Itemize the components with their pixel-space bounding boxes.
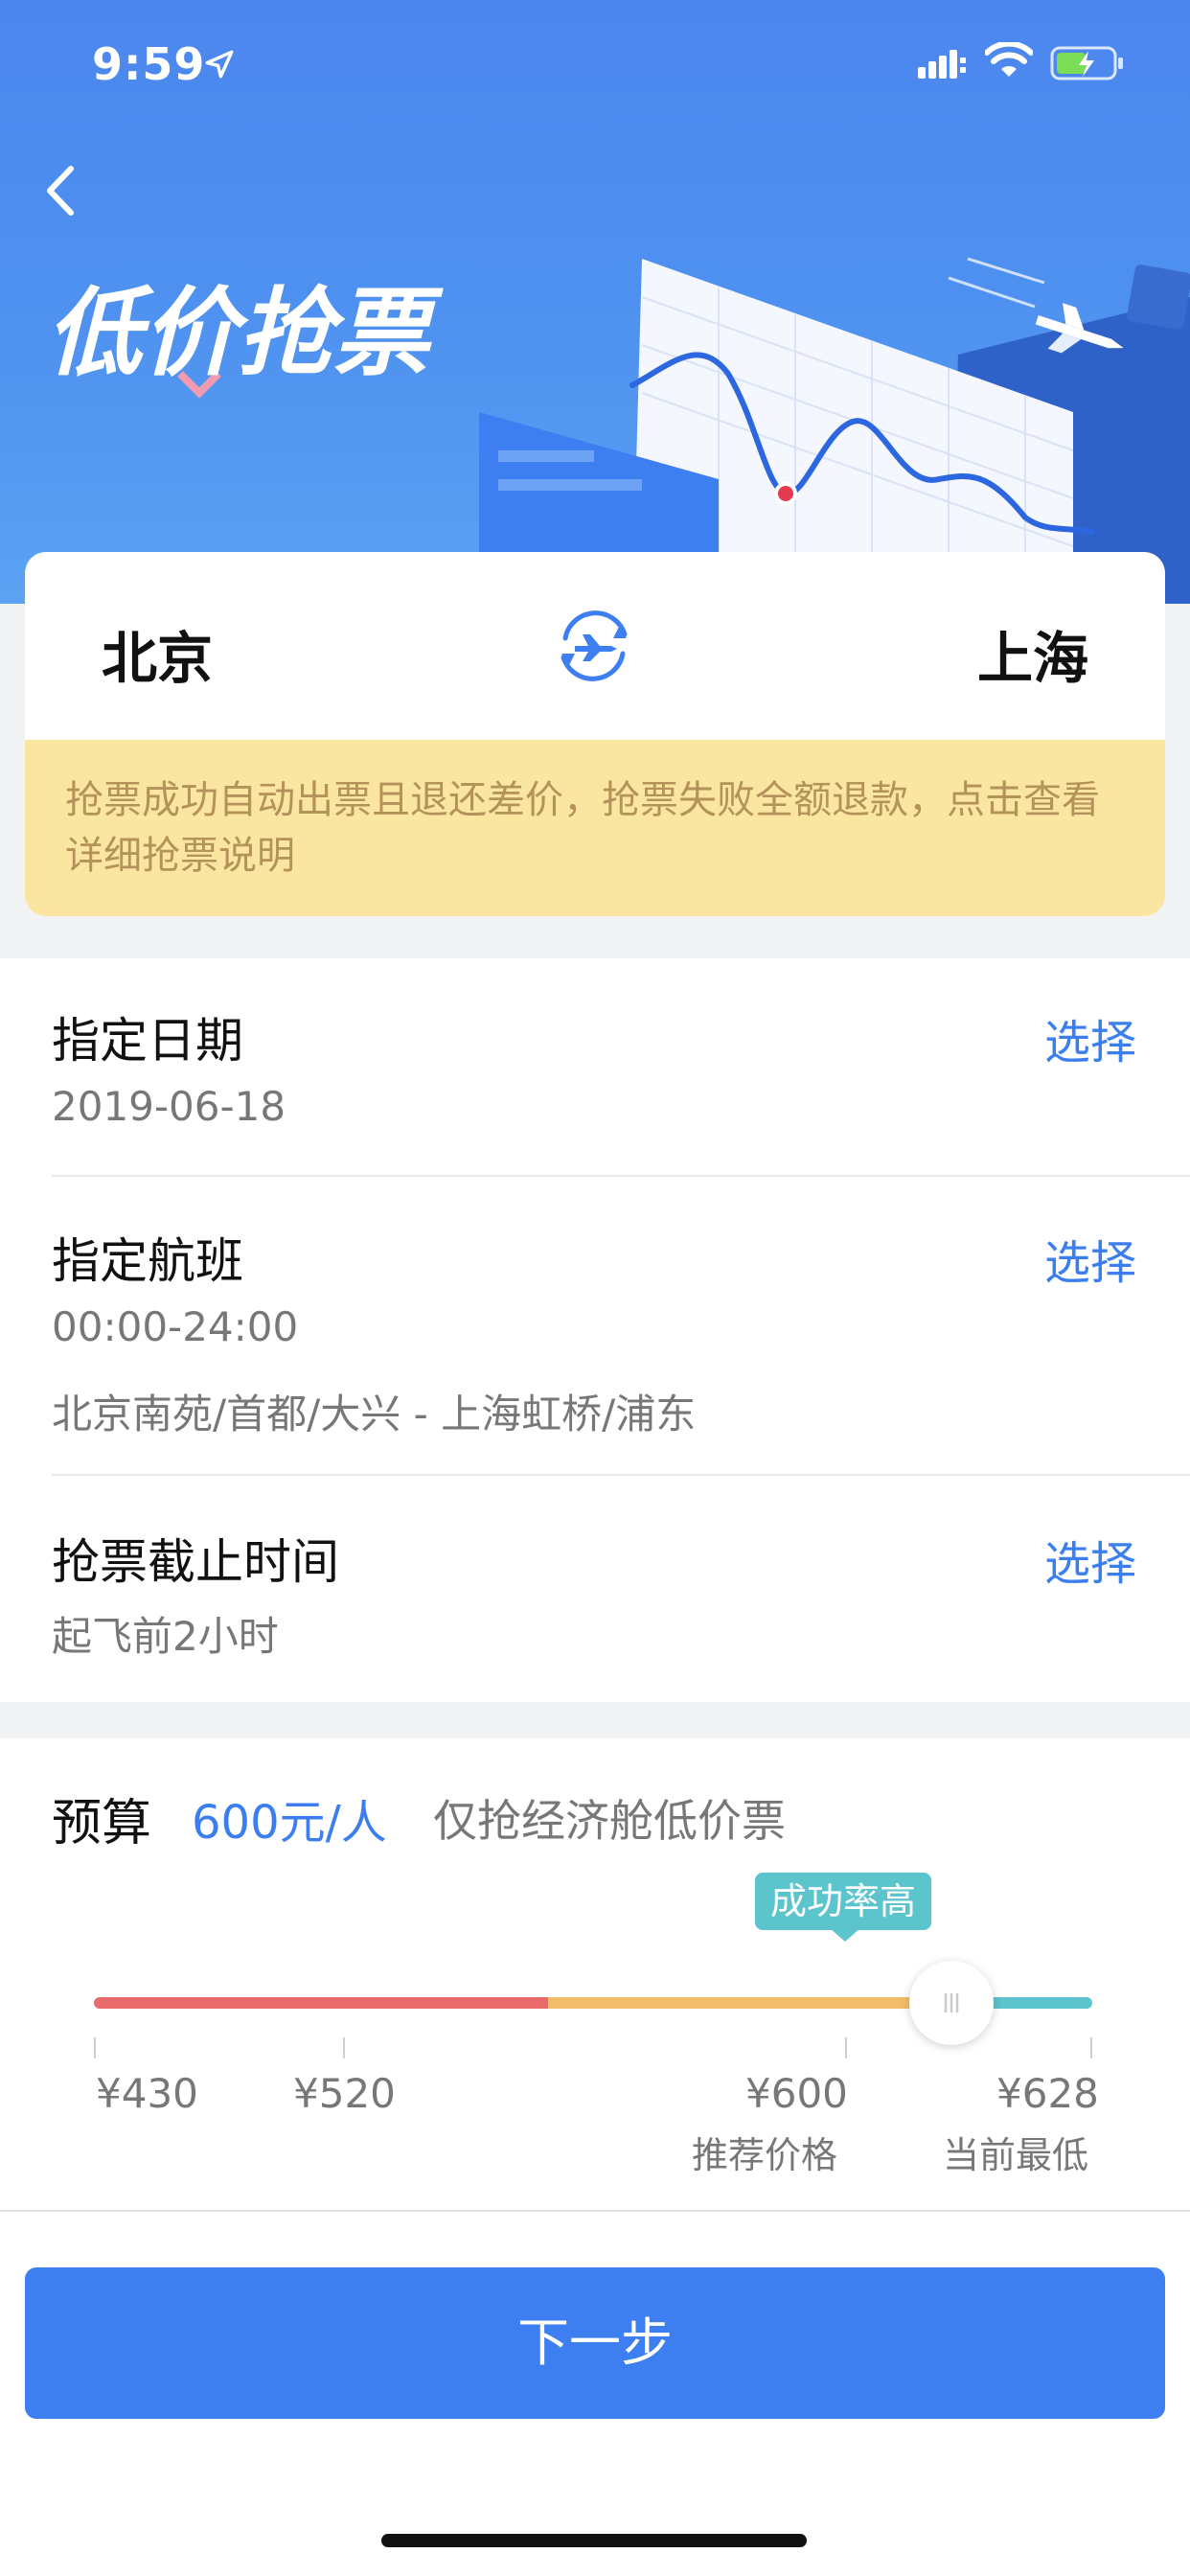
wifi-icon	[985, 42, 1033, 77]
budget-value: 600元/人	[192, 1796, 387, 1850]
option-date[interactable]: 指定日期 2019-06-18 选择	[0, 958, 1190, 1177]
page: 9:59 低价抢票 北京 上海 抢票成功自动出票且退还差价，抢票失败全额退款，点…	[0, 0, 1190, 2576]
option-date-select-link[interactable]: 选择	[1044, 1004, 1136, 1071]
slider-segment-low	[94, 1997, 548, 2009]
tick-mark	[343, 2037, 345, 2058]
option-flight[interactable]: 指定航班 00:00-24:00 北京南苑/首都/大兴 - 上海虹桥/浦东 选择	[0, 1177, 1190, 1476]
cellular-signal-icon	[918, 50, 966, 79]
slider-segment-mid	[547, 1997, 951, 2009]
option-date-value: 2019-06-18	[52, 1083, 286, 1130]
tick-label: ¥628	[996, 2070, 1099, 2117]
battery-charging-icon	[1050, 46, 1123, 80]
next-step-button[interactable]: 下一步	[25, 2267, 1165, 2419]
option-flight-time: 00:00-24:00	[52, 1303, 299, 1350]
hero-title-logo: 低价抢票	[46, 277, 444, 399]
tick-mark	[94, 2037, 96, 2058]
budget-hint: 仅抢经济舱低价票	[433, 1795, 786, 1847]
swap-cities-icon[interactable]	[548, 600, 640, 692]
options-list: 指定日期 2019-06-18 选择 指定航班 00:00-24:00 北京南苑…	[0, 958, 1190, 1702]
departure-city[interactable]: 北京	[102, 613, 213, 694]
hero-banner: 9:59 低价抢票	[0, 0, 1190, 604]
tooltip-arrow	[830, 1928, 860, 1942]
option-flight-title: 指定航班	[52, 1233, 243, 1289]
option-flight-select-link[interactable]: 选择	[1044, 1225, 1136, 1292]
tick-mark	[1090, 2037, 1092, 2058]
budget-section: 预算 600元/人 仅抢经济舱低价票 成功率高 ¥430 ¥520 ¥600 推…	[0, 1738, 1190, 2214]
tick-sublabel: 推荐价格	[692, 2134, 838, 2176]
status-bar: 9:59	[0, 0, 1190, 126]
refund-notice[interactable]: 抢票成功自动出票且退还差价，抢票失败全额退款，点击查看详细抢票说明	[25, 740, 1165, 916]
tick-label: ¥520	[293, 2070, 396, 2117]
route-card: 北京 上海 抢票成功自动出票且退还差价，抢票失败全额退款，点击查看详细抢票说明	[25, 552, 1165, 916]
status-time: 9:59	[92, 38, 206, 90]
chart-illustration	[479, 257, 1190, 604]
option-deadline-title: 抢票截止时间	[52, 1534, 339, 1590]
option-deadline-select-link[interactable]: 选择	[1044, 1526, 1136, 1593]
home-indicator	[381, 2534, 807, 2547]
route-selector: 北京 上海	[25, 552, 1165, 740]
success-rate-tooltip: 成功率高	[755, 1873, 932, 1930]
option-date-title: 指定日期	[52, 1013, 243, 1069]
location-arrow-icon	[205, 50, 234, 79]
tick-label: ¥600	[745, 2070, 848, 2117]
svg-text:低价抢票: 低价抢票	[46, 277, 444, 389]
budget-label: 预算	[52, 1795, 152, 1852]
arrival-city[interactable]: 上海	[977, 613, 1088, 694]
tick-sublabel: 当前最低	[943, 2134, 1089, 2176]
option-flight-airports: 北京南苑/首都/大兴 - 上海虹桥/浦东	[52, 1391, 697, 1438]
tick-label: ¥430	[96, 2070, 198, 2117]
back-button[interactable]	[34, 157, 88, 224]
tick-mark	[845, 2037, 847, 2058]
option-deadline-value: 起飞前2小时	[52, 1613, 279, 1660]
grip-icon	[944, 1993, 958, 2012]
option-deadline[interactable]: 抢票截止时间 起飞前2小时 选择	[0, 1476, 1190, 1702]
budget-slider-thumb[interactable]	[908, 1961, 994, 2045]
